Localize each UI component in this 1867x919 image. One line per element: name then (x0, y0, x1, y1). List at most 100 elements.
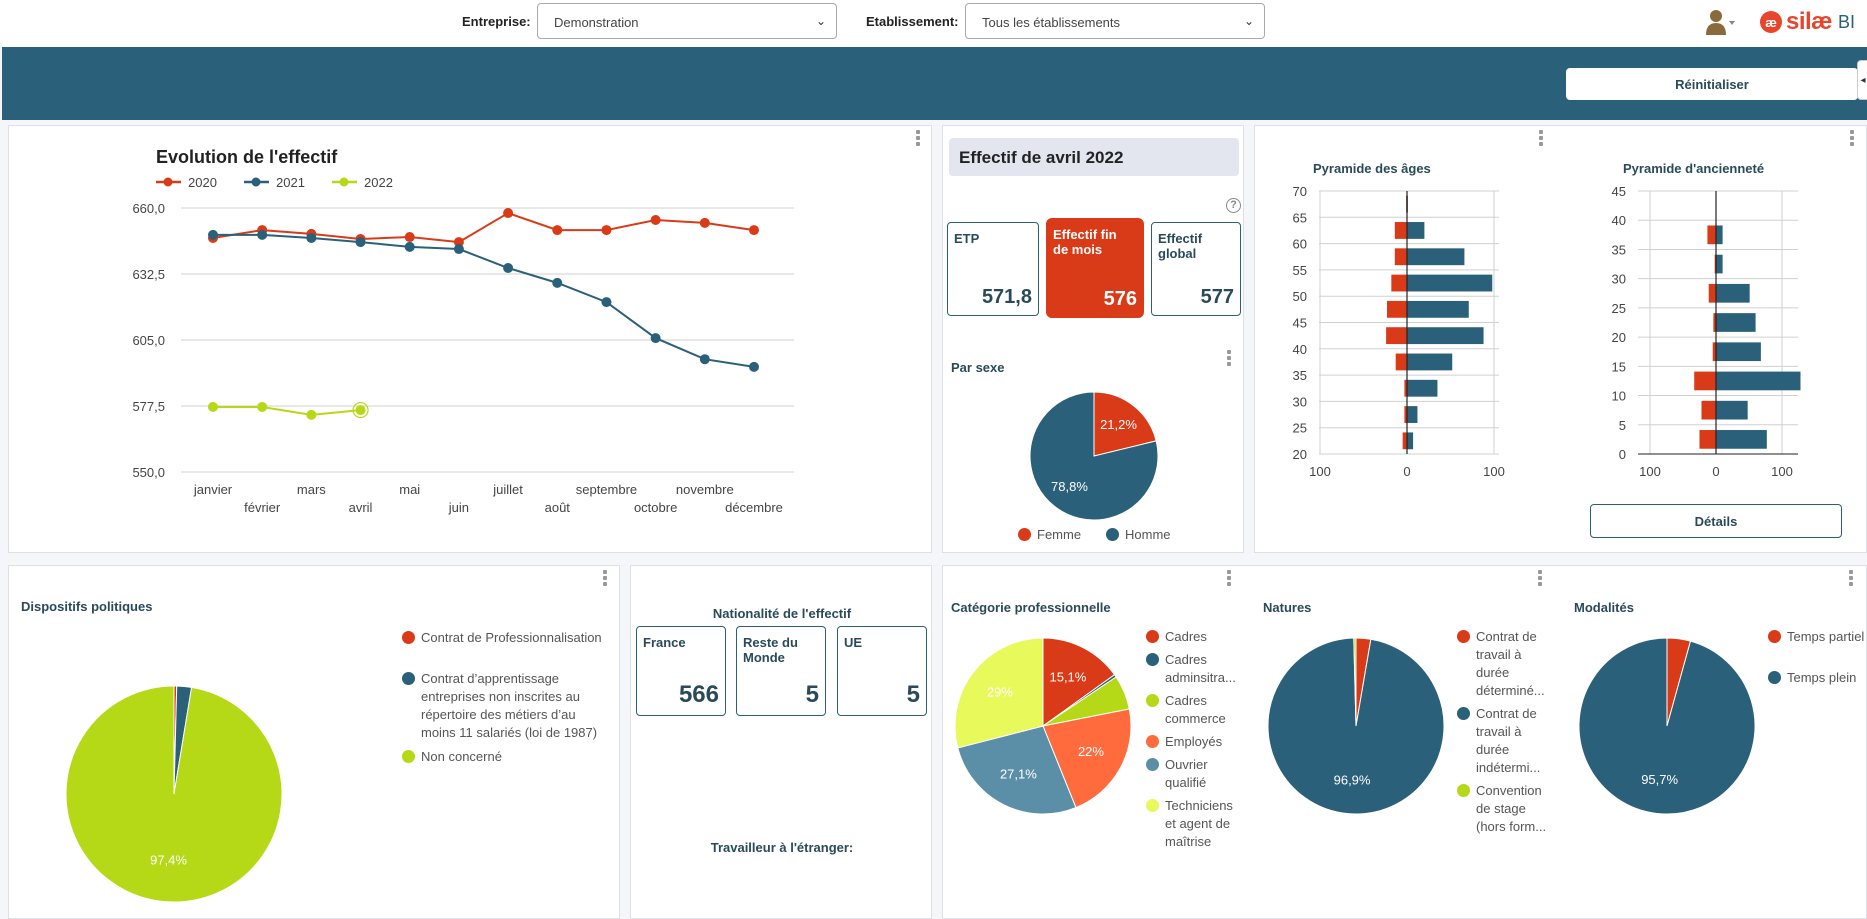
more-options-icon[interactable] (1227, 350, 1231, 366)
ages-bar-homme (1407, 406, 1418, 423)
more-options-icon[interactable] (1227, 570, 1231, 586)
data-point (699, 217, 710, 228)
anciennete-bar-femme (1694, 371, 1716, 391)
anciennete-bar-homme (1716, 254, 1723, 274)
data-point (257, 401, 268, 412)
legend-dot (1146, 653, 1159, 666)
chevron-down-icon: ⌄ (815, 14, 826, 28)
legend-item[interactable]: Contrat de travail à durée déterminé... (1457, 628, 1557, 700)
legend-label: Contrat de travail à durée indétermi... (1476, 706, 1541, 775)
y-tick-label: 50 (1293, 289, 1307, 304)
legend-femme[interactable]: Femme (1018, 526, 1081, 544)
ages-bar-homme (1407, 274, 1493, 292)
etablissement-select[interactable]: Tous les établissements ⌄ (965, 3, 1265, 39)
ages-bar-femme (1391, 274, 1407, 292)
anciennete-bar-homme (1716, 225, 1723, 245)
legend-dot (1146, 630, 1159, 643)
kpi-effectif-global: Effectif global 577 (1151, 222, 1241, 316)
data-point (749, 225, 759, 236)
kpi-label: France (643, 635, 686, 650)
legend-dot (402, 631, 415, 644)
x-tick-label: juin (448, 500, 469, 515)
series-line-2022 (213, 405, 361, 416)
legend-dot (1018, 528, 1031, 541)
help-icon[interactable]: ? (1226, 198, 1241, 213)
legend-item[interactable]: Convention de stage (hors form... (1457, 782, 1557, 836)
more-options-icon[interactable] (1539, 130, 1543, 146)
chevron-down-icon: ⌄ (1243, 14, 1254, 28)
data-point (552, 277, 563, 288)
legend-item[interactable]: Contrat d’apprentissage entreprises non … (402, 670, 602, 742)
y-tick-label: 25 (1293, 421, 1307, 436)
y-tick-label: 30 (1612, 272, 1626, 287)
data-point (257, 229, 268, 240)
more-options-icon[interactable] (603, 570, 607, 586)
y-tick-label: 65 (1293, 210, 1307, 225)
legend-item[interactable]: Contrat de Professionnalisation (402, 629, 602, 647)
anciennete-bar-homme (1716, 400, 1748, 420)
legend-item[interactable]: Cadres adminsitra... (1146, 651, 1246, 687)
user-menu[interactable] (1705, 8, 1735, 36)
legend-homme[interactable]: Homme (1106, 526, 1171, 544)
y-tick-label: 40 (1293, 342, 1307, 357)
reset-button[interactable]: Réinitialiser (1566, 68, 1858, 100)
anciennete-bar-femme (1701, 400, 1716, 420)
series-line-2021 (213, 233, 755, 368)
x-tick-label: 0 (1712, 464, 1719, 479)
y-tick-label: 45 (1612, 184, 1626, 199)
logo-mark: æ (1760, 11, 1782, 33)
entreprise-select[interactable]: Demonstration ⌄ (537, 3, 837, 39)
ages-bar-homme (1407, 327, 1484, 345)
pyramide-anciennete-title: Pyramide d'ancienneté (1623, 161, 1765, 176)
y-tick-label: 20 (1293, 447, 1307, 462)
legend-dot (1457, 707, 1470, 720)
x-tick-label: 100 (1309, 464, 1331, 479)
legend-label: 2020 (188, 175, 217, 190)
y-tick-label: 0 (1619, 447, 1626, 462)
legend-dot (1457, 784, 1470, 797)
y-tick-label: 577,5 (132, 399, 165, 414)
data-point (453, 244, 464, 255)
modalites-slice (1578, 637, 1756, 815)
legend-label: Contrat de travail à durée déterminé... (1476, 629, 1545, 698)
dispositifs-slice (65, 685, 283, 903)
legend-item[interactable]: Temps plein (1768, 669, 1867, 687)
legend-label: Ouvrier qualifié (1165, 757, 1208, 790)
anciennete-bar-homme (1716, 283, 1750, 303)
kpi-value: 577 (1200, 286, 1234, 308)
details-button[interactable]: Détails (1590, 504, 1842, 538)
y-tick-label: 35 (1612, 242, 1626, 257)
legend-item[interactable]: Cadres commerce (1146, 692, 1246, 728)
x-tick-label: 100 (1639, 464, 1661, 479)
collapse-panel-button[interactable]: ◂ (1857, 60, 1867, 100)
kpi-label: Reste du Monde (743, 635, 798, 665)
categorie-data-label: 22% (1078, 744, 1104, 759)
legend-item[interactable]: Techniciens et agent de maîtrise (1146, 797, 1246, 851)
legend-item[interactable]: Employés (1146, 733, 1246, 751)
silae-logo: æ silæ BI (1760, 8, 1855, 36)
dispositifs-pie-chart: 97,4% (65, 685, 283, 903)
data-point (552, 225, 563, 236)
more-options-icon[interactable] (1538, 570, 1542, 586)
x-tick-label: mai (399, 482, 420, 497)
legend-dot (1146, 758, 1159, 771)
travailleur-etranger-label: Travailleur à l'étranger: (710, 840, 854, 855)
anciennete-bar-homme (1716, 342, 1761, 362)
legend-item[interactable]: Non concerné (402, 748, 602, 766)
legend-item[interactable]: Temps partiel (1768, 628, 1867, 646)
x-tick-label: 100 (1483, 464, 1505, 479)
x-tick-label: 0 (1403, 464, 1410, 479)
kpi-ue: UE 5 (837, 626, 927, 716)
legend-item[interactable]: Ouvrier qualifié (1146, 756, 1246, 792)
data-point (503, 208, 514, 219)
more-options-icon[interactable] (1849, 570, 1853, 586)
legend-item[interactable]: Contrat de travail à durée indétermi... (1457, 705, 1557, 777)
kpi-label: Effectif fin de mois (1053, 227, 1117, 257)
anciennete-bar-femme (1699, 430, 1716, 449)
data-point (208, 401, 218, 412)
dispositifs-data-label: 97,4% (150, 853, 187, 868)
legend-item[interactable]: Cadres (1146, 628, 1246, 646)
y-tick-label: 70 (1293, 184, 1307, 199)
more-options-icon[interactable] (1850, 130, 1854, 146)
ages-bar-homme (1407, 300, 1469, 318)
